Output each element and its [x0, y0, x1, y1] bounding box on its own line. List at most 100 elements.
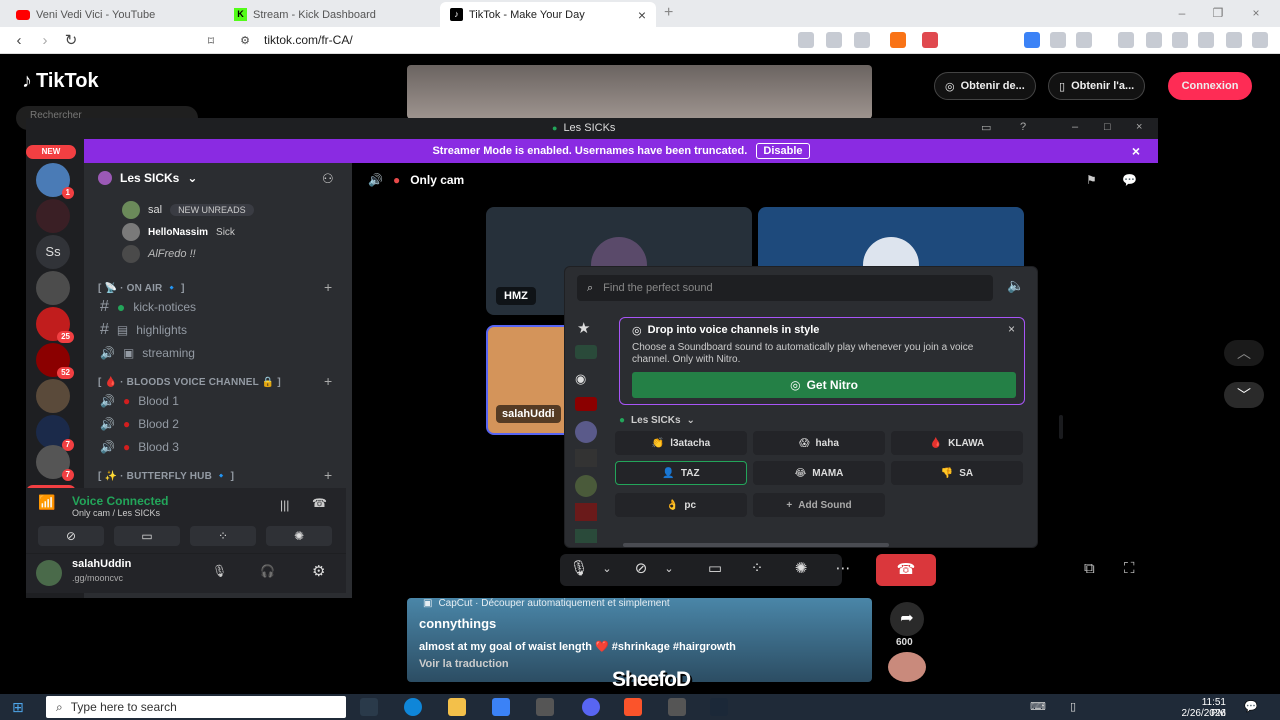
username[interactable]: salahUddin: [72, 558, 131, 570]
get-nitro-button[interactable]: ◎ Get Nitro: [632, 372, 1016, 398]
server-icon[interactable]: [575, 397, 597, 411]
category-header[interactable]: [ 📡 · ON AIR 🔹 ]: [98, 283, 185, 294]
voice-member[interactable]: HelloNassim Sick: [122, 223, 235, 241]
sound-section-header[interactable]: ● Les SICKs ⌄: [619, 415, 695, 426]
close-window-button[interactable]: ×: [1238, 0, 1274, 27]
help-icon[interactable]: ?: [1020, 121, 1026, 133]
camera-button[interactable]: ⊘: [38, 526, 104, 546]
server-icon[interactable]: 7: [36, 415, 74, 451]
app-icon[interactable]: [536, 698, 554, 716]
fullscreen-icon[interactable]: ⛶: [1124, 560, 1135, 577]
sound-button[interactable]: 😱 haha: [753, 431, 885, 455]
add-channel-icon[interactable]: +: [324, 279, 332, 295]
extension-icon[interactable]: [798, 32, 814, 48]
add-channel-icon[interactable]: +: [324, 467, 332, 483]
voice-member[interactable]: AlFredo !!: [122, 245, 196, 263]
reload-icon[interactable]: ↻: [62, 32, 80, 50]
voice-status[interactable]: Voice Connected: [72, 494, 168, 508]
notifications-icon[interactable]: 💬: [1244, 700, 1258, 713]
close-banner-icon[interactable]: ×: [1132, 139, 1140, 163]
volume-icon[interactable]: 🔈: [1007, 277, 1024, 294]
sidebar-icon[interactable]: [1146, 32, 1162, 48]
screen-share-icon[interactable]: ▭: [700, 554, 730, 584]
channel-streaming[interactable]: 🔊 ▣ streaming: [100, 343, 195, 363]
login-button[interactable]: Connexion: [1168, 72, 1252, 100]
network-icon[interactable]: ▯: [1070, 700, 1076, 713]
sound-button[interactable]: 👤 TAZ: [615, 461, 747, 485]
new-tab-button[interactable]: +: [664, 4, 673, 22]
settings-gear-icon[interactable]: ⚙: [312, 562, 325, 580]
server-icon[interactable]: 52: [36, 343, 74, 379]
close-icon[interactable]: ×: [1136, 121, 1142, 133]
chat-icon[interactable]: 💬: [1122, 173, 1137, 187]
brave-icon[interactable]: [624, 698, 642, 716]
extensions-icon[interactable]: [1050, 32, 1066, 48]
chevron-down-icon[interactable]: ⌄: [592, 554, 622, 584]
disable-button[interactable]: Disable: [756, 143, 810, 159]
server-icon[interactable]: 1: [36, 163, 74, 199]
inbox-icon[interactable]: ▭: [981, 121, 991, 134]
discord-icon[interactable]: ◉: [575, 371, 586, 387]
soundboard-button[interactable]: ✺: [266, 526, 332, 546]
music-icon[interactable]: [1118, 32, 1134, 48]
activities-button[interactable]: ⁘: [190, 526, 256, 546]
more-icon[interactable]: ⋯: [828, 554, 858, 584]
pop-out-icon[interactable]: ⧉: [1084, 560, 1095, 577]
extension-icon[interactable]: [1024, 32, 1040, 48]
server-icon[interactable]: [575, 421, 597, 443]
channel-blood-1[interactable]: 🔊 ● Blood 1: [100, 391, 179, 411]
store-icon[interactable]: [492, 698, 510, 716]
bookmark-icon[interactable]: ⌑: [202, 32, 220, 50]
browser-tab-kick[interactable]: K Stream - Kick Dashboard: [224, 2, 440, 27]
screen-share-button[interactable]: ▭: [114, 526, 180, 546]
get-app-button[interactable]: ▯ Obtenir l'a...: [1048, 72, 1146, 100]
maximize-icon[interactable]: □: [1104, 121, 1111, 133]
server-icon[interactable]: [36, 379, 70, 413]
avatar[interactable]: [888, 652, 926, 682]
sound-button[interactable]: 👌 pc: [615, 493, 747, 517]
browser-tab-tiktok[interactable]: ♪ TikTok - Make Your Day ×: [440, 2, 656, 27]
brave-shield-icon[interactable]: [890, 32, 906, 48]
server-icon[interactable]: [575, 475, 597, 497]
noise-suppression-icon[interactable]: |||: [280, 498, 289, 512]
microphone-icon[interactable]: 🎙: [564, 554, 594, 584]
back-icon[interactable]: ‹: [10, 32, 28, 50]
translate-link[interactable]: Voir la traduction: [419, 658, 509, 670]
close-icon[interactable]: ×: [1008, 322, 1015, 336]
sound-search-input[interactable]: ⌕ Find the perfect sound: [577, 275, 993, 301]
channel-blood-2[interactable]: 🔊 ● Blood 2: [100, 414, 179, 434]
share-icon[interactable]: [854, 32, 870, 48]
server-icon[interactable]: [575, 449, 597, 467]
edge-icon[interactable]: [404, 698, 422, 716]
restore-button[interactable]: ❐: [1200, 0, 1236, 27]
channel-kick-notices[interactable]: # ● kick-notices: [100, 297, 196, 317]
discord-icon[interactable]: [582, 698, 600, 716]
add-channel-icon[interactable]: +: [324, 373, 332, 389]
server-header[interactable]: Les SICKs ⌄: [98, 171, 197, 185]
add-member-icon[interactable]: ⚇: [322, 171, 334, 187]
brave-rewards-icon[interactable]: [922, 32, 938, 48]
server-icon[interactable]: 7: [36, 445, 74, 481]
previous-video-button[interactable]: ︿: [1224, 340, 1264, 366]
steam-icon[interactable]: [710, 698, 728, 716]
category-header[interactable]: [ ✨ · BUTTERFLY HUB 🔹 ]: [98, 471, 234, 482]
server-icon[interactable]: [36, 271, 70, 305]
server-icon[interactable]: [575, 503, 597, 521]
microphone-icon[interactable]: 🎙: [212, 564, 227, 578]
channel-blood-3[interactable]: 🔊 ● Blood 3: [100, 437, 179, 457]
server-icon[interactable]: [575, 345, 597, 359]
new-unreads-pill[interactable]: NEW UNREADS: [170, 204, 254, 216]
vpn-icon[interactable]: [1226, 32, 1242, 48]
url-field[interactable]: tiktok.com/fr-CA/: [264, 33, 353, 47]
windows-start-icon[interactable]: ⊞: [12, 699, 24, 716]
clock-date[interactable]: 2/26/2026: [1176, 708, 1227, 719]
avatar[interactable]: [36, 560, 62, 586]
task-view-icon[interactable]: [360, 698, 378, 716]
channel-highlights[interactable]: # ▤ highlights: [100, 320, 187, 340]
sound-button[interactable]: 👏 l3atacha: [615, 431, 747, 455]
voice-member[interactable]: sal NEW UNREADS: [122, 201, 254, 219]
leo-icon[interactable]: [1198, 32, 1214, 48]
minimize-icon[interactable]: –: [1072, 121, 1078, 133]
server-icon[interactable]: [575, 529, 597, 543]
wallet-icon[interactable]: [1172, 32, 1188, 48]
